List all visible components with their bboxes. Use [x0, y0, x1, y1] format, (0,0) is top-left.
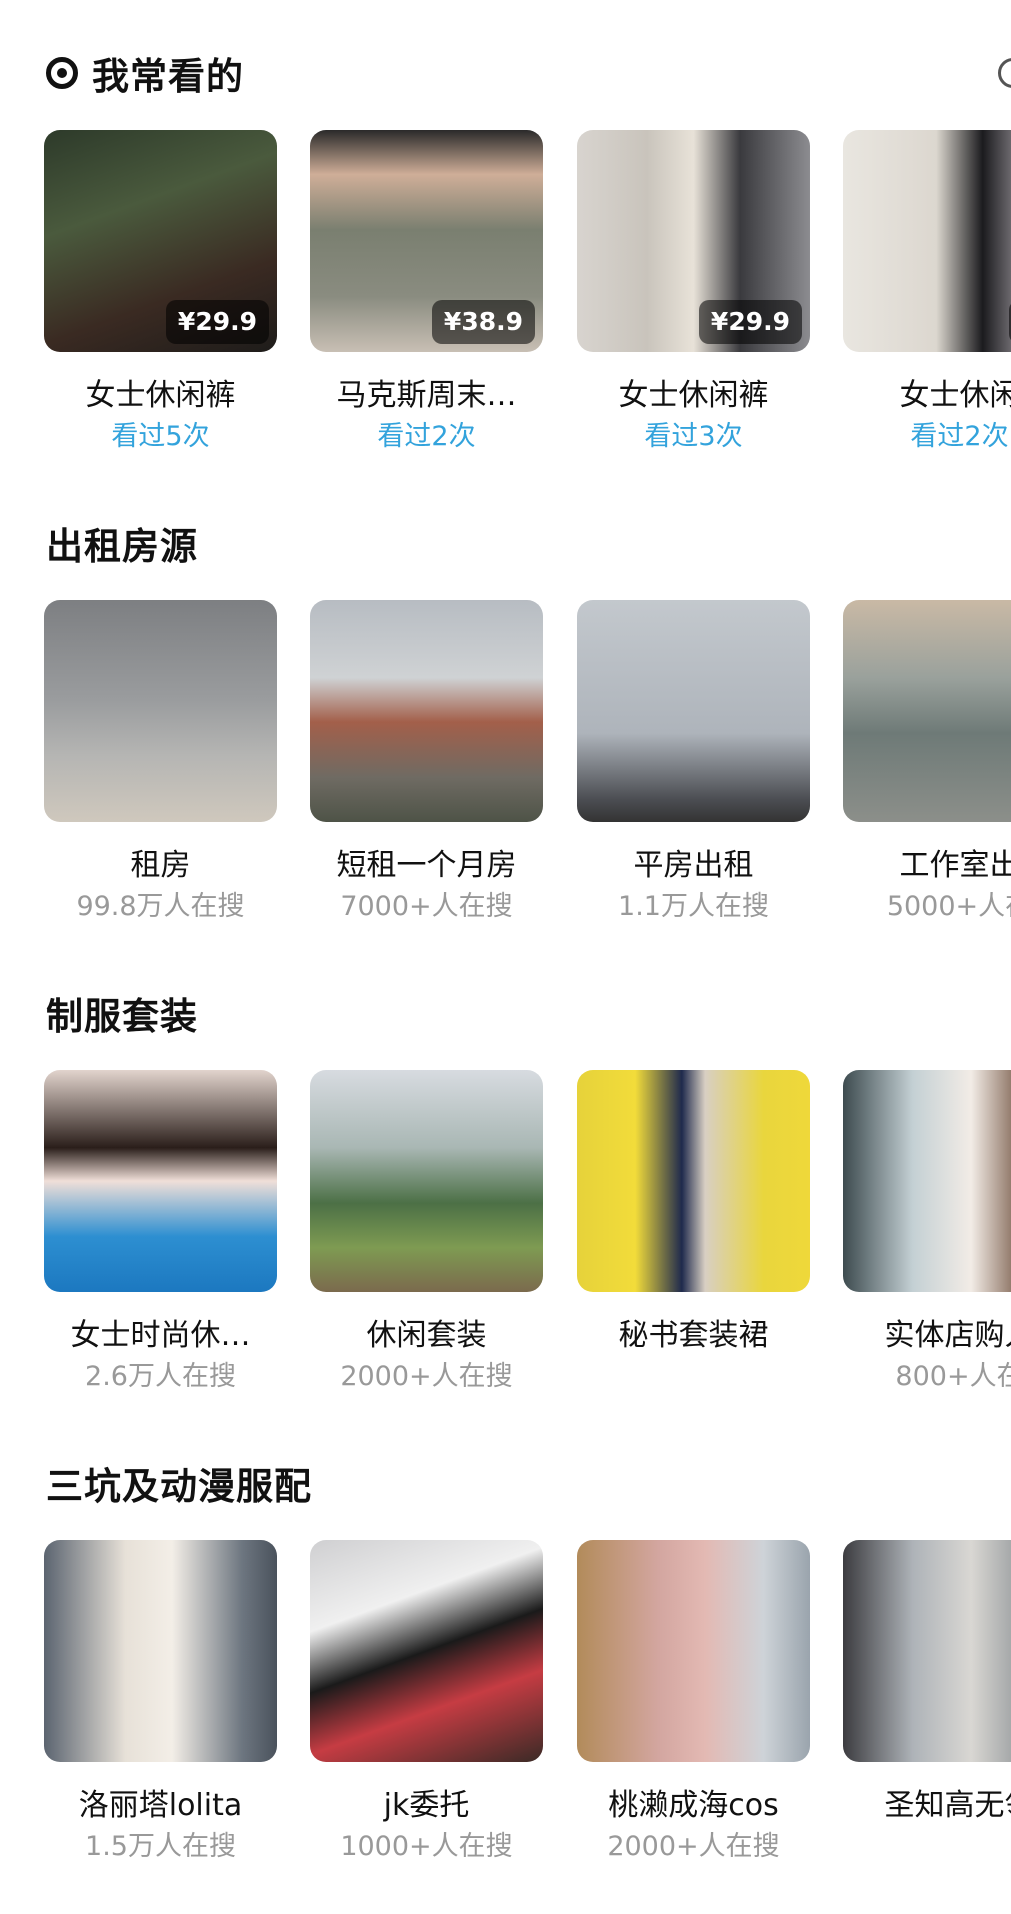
history-icon[interactable] — [998, 58, 1011, 88]
card-title: 实体店购入 — [884, 1318, 1011, 1353]
thumbnail-photo — [577, 1070, 810, 1292]
search-count: 1.5万人在搜 — [85, 1831, 236, 1862]
card-title: 洛丽塔lolita — [78, 1788, 243, 1823]
thumbnail[interactable] — [44, 1070, 277, 1292]
thumbnail-photo — [843, 600, 1011, 822]
card-title: 马克斯周末… — [336, 378, 517, 413]
thumbnail-photo — [577, 600, 810, 822]
page: 我常看的 ¥29.9 女士休闲裤看过5次 ¥38.9 马克斯周末… 看过2次 ¥29.9 女士… — [0, 0, 1011, 1914]
card-title: 女士休闲 — [899, 378, 1011, 413]
section-title-text: 三坑及动漫服配 — [46, 1465, 312, 1508]
thumbnail[interactable] — [843, 600, 1011, 822]
view-count: 看过2次 — [377, 421, 476, 452]
thumbnail[interactable] — [44, 600, 277, 822]
section-title-text: 制服套装 — [46, 995, 198, 1038]
section-title-text: 我常看的 — [92, 55, 244, 98]
card-title: 桃濑成海cos — [608, 1788, 779, 1823]
card-title: 圣知高无领 — [884, 1788, 1011, 1823]
section-title: 出租房源 — [46, 518, 198, 568]
search-count: 1000+人在搜 — [340, 1831, 513, 1862]
search-count: 2000+人在搜 — [607, 1831, 780, 1862]
price-badge: ¥29.9 — [698, 300, 802, 344]
card-title: 女士时尚休… — [70, 1318, 251, 1353]
thumbnail-photo — [843, 130, 1011, 352]
section-title: 我常看的 — [46, 48, 244, 98]
thumbnail[interactable] — [44, 1540, 277, 1762]
card-title: jk委托 — [383, 1788, 470, 1823]
card-title: 休闲套装 — [366, 1318, 487, 1353]
thumbnail[interactable] — [310, 1540, 543, 1762]
thumbnail-photo — [577, 1540, 810, 1762]
section-title: 制服套装 — [46, 988, 198, 1038]
section-title: 三坑及动漫服配 — [46, 1458, 312, 1508]
thumbnail[interactable] — [843, 1540, 1011, 1762]
thumbnail[interactable]: ¥29.9 — [577, 130, 810, 352]
thumbnail[interactable]: ¥29.9 — [44, 130, 277, 352]
thumbnail-photo — [44, 600, 277, 822]
thumbnail[interactable] — [310, 1070, 543, 1292]
search-count: 5000+人在 — [886, 891, 1011, 922]
thumbnail[interactable] — [577, 600, 810, 822]
section-title-text: 出租房源 — [46, 525, 198, 568]
thumbnail-photo — [310, 1540, 543, 1762]
card-title: 短租一个月房 — [336, 848, 517, 883]
view-count: 看过2次 — [910, 421, 1009, 452]
thumbnail[interactable] — [577, 1540, 810, 1762]
search-count: 2000+人在搜 — [340, 1361, 513, 1392]
card-title: 女士休闲裤 — [618, 378, 769, 413]
search-count: 800+人在 — [895, 1361, 1011, 1392]
thumbnail-photo — [44, 1070, 277, 1292]
view-count: 看过3次 — [644, 421, 743, 452]
search-count: 1.1万人在搜 — [618, 891, 769, 922]
card-title: 平房出租 — [633, 848, 754, 883]
search-count: 7000+人在搜 — [340, 891, 513, 922]
card-title: 租房 — [130, 848, 191, 883]
card-title: 秘书套装裙 — [618, 1318, 769, 1353]
thumbnail[interactable] — [577, 1070, 810, 1292]
view-count: 看过5次 — [111, 421, 210, 452]
thumbnail-photo — [44, 1540, 277, 1762]
thumbnail-photo — [310, 1070, 543, 1292]
search-count: 99.8万人在搜 — [76, 891, 245, 922]
price-badge: ¥29.9 — [165, 300, 269, 344]
thumbnail-photo — [843, 1540, 1011, 1762]
price-badge: ¥38.9 — [431, 300, 535, 344]
card-title: 女士休闲裤 — [85, 378, 236, 413]
card-title: 工作室出 — [899, 848, 1011, 883]
search-count: 2.6万人在搜 — [85, 1361, 236, 1392]
thumbnail[interactable] — [310, 600, 543, 822]
thumbnail-photo — [843, 1070, 1011, 1292]
thumbnail[interactable] — [843, 1070, 1011, 1292]
thumbnail[interactable]: ¥2 — [843, 130, 1011, 352]
thumbnail[interactable]: ¥38.9 — [310, 130, 543, 352]
thumbnail-photo — [310, 600, 543, 822]
target-circle-icon — [46, 57, 78, 89]
